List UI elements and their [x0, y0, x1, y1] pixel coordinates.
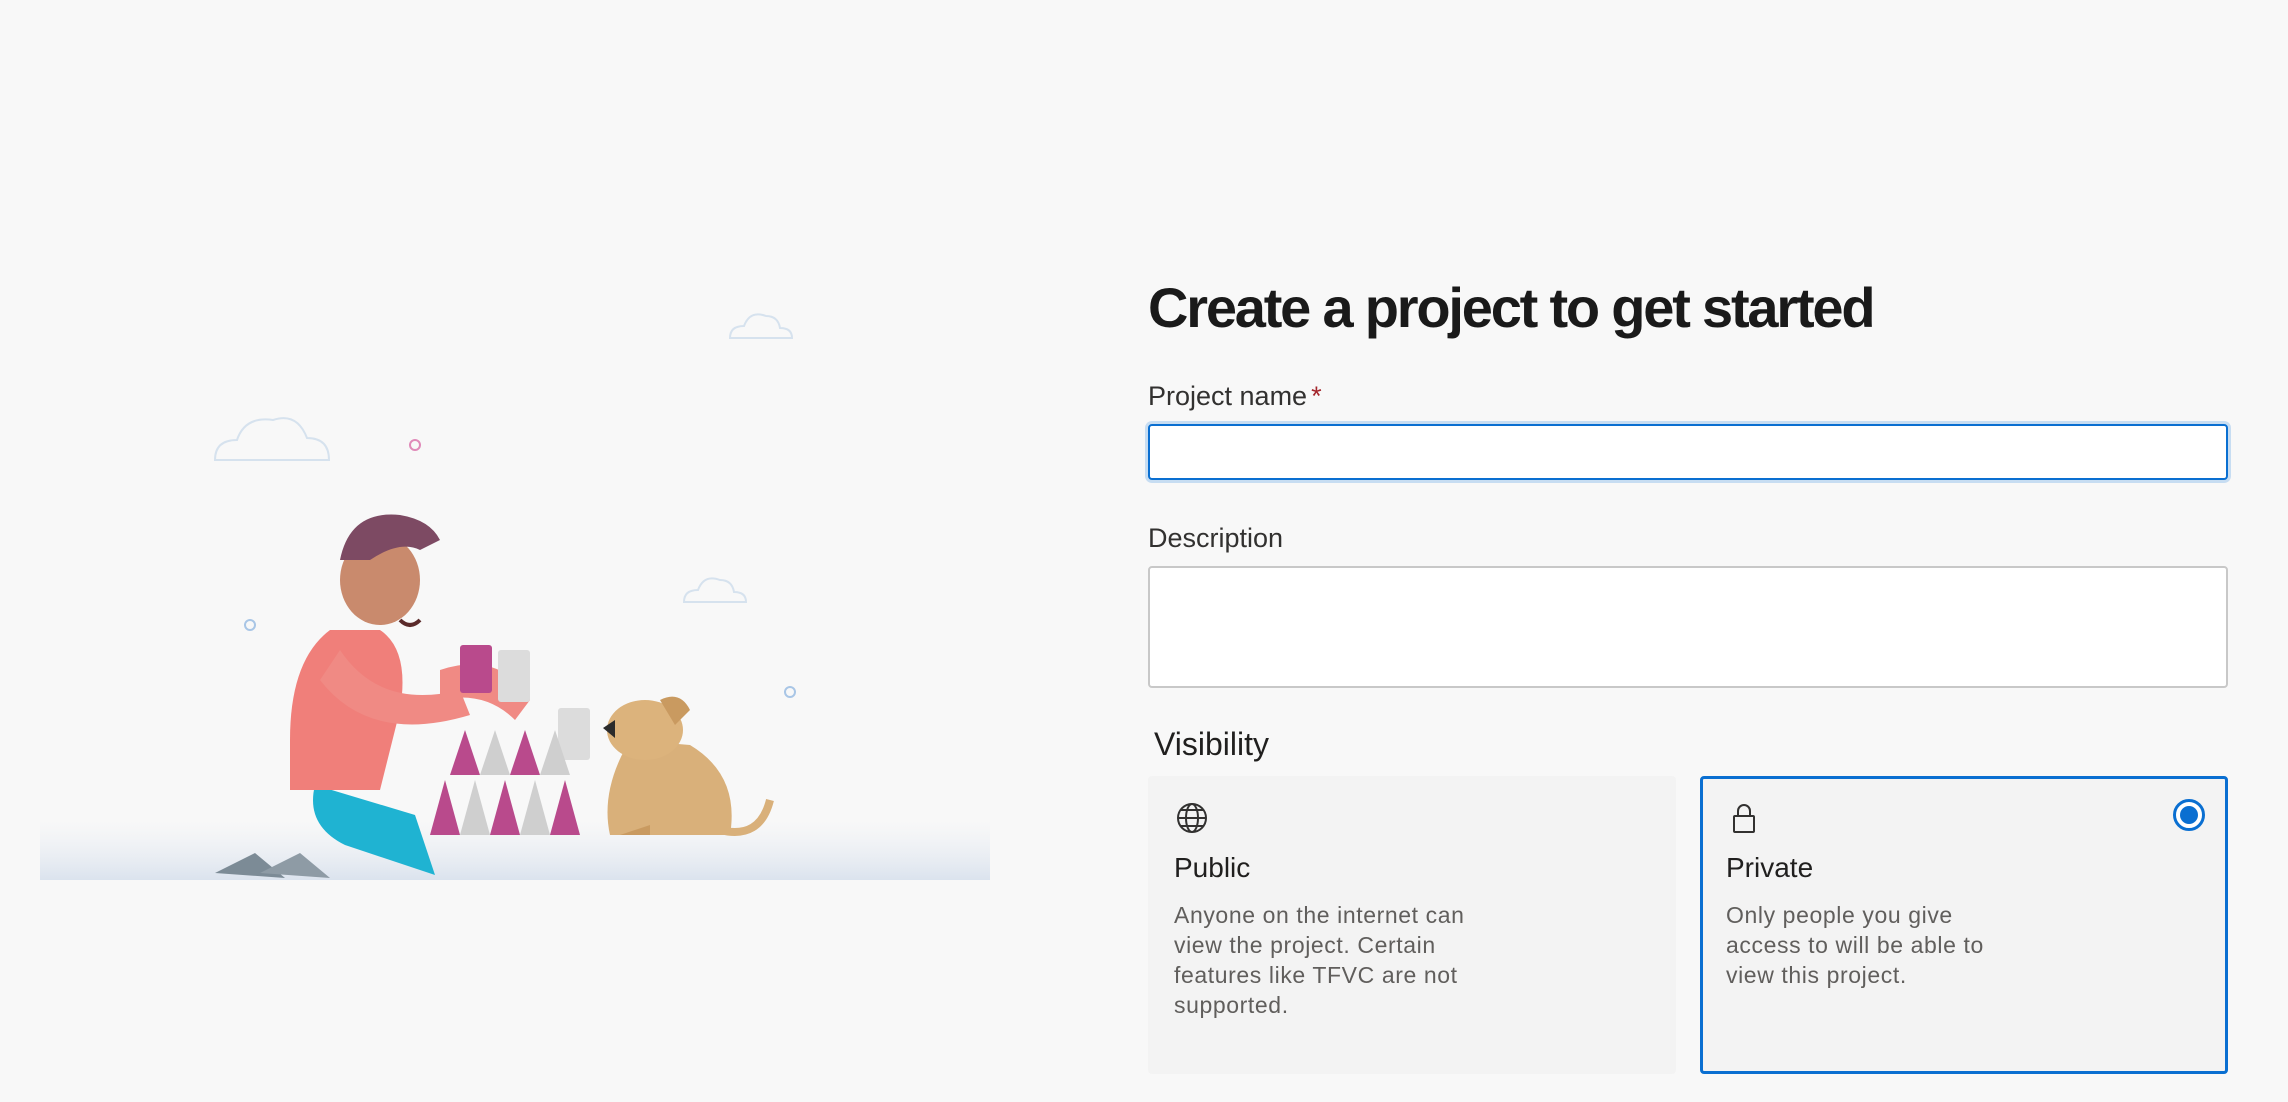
dog: [603, 696, 774, 836]
hero-illustration: [40, 290, 1000, 910]
visibility-options: Public Anyone on the internet can view t…: [1148, 776, 2228, 1074]
visibility-option-public[interactable]: Public Anyone on the internet can view t…: [1148, 776, 1676, 1074]
description-textarea[interactable]: [1148, 566, 2228, 688]
globe-icon: [1177, 803, 1207, 833]
visibility-label: Visibility: [1154, 726, 1269, 762]
project-name-label: Project name *: [1148, 378, 2228, 414]
card-house: [430, 730, 580, 835]
create-project-page: Create a project to get started Project …: [0, 0, 2288, 1102]
public-option-title: Public: [1174, 852, 1251, 883]
visibility-option-private[interactable]: Private Only people you give access to w…: [1700, 776, 2228, 1074]
public-option-description: Anyone on the internet can view the proj…: [1174, 902, 1465, 1018]
required-marker: *: [1311, 381, 1322, 411]
create-project-form: Create a project to get started Project …: [1148, 270, 2228, 1074]
lock-icon: [1733, 804, 1755, 833]
private-radio-selected[interactable]: [2173, 799, 2205, 831]
person-building-card-house-illustration: [40, 313, 990, 880]
description-label: Description: [1148, 523, 1284, 553]
page-title: Create a project to get started: [1148, 276, 1876, 339]
project-name-label-text: Project name: [1148, 381, 1308, 411]
project-name-input[interactable]: [1148, 424, 2228, 480]
private-option-description: Only people you give access to will be a…: [1726, 902, 1984, 988]
private-option-title: Private: [1726, 852, 1814, 883]
cloud-icon: [213, 313, 794, 603]
